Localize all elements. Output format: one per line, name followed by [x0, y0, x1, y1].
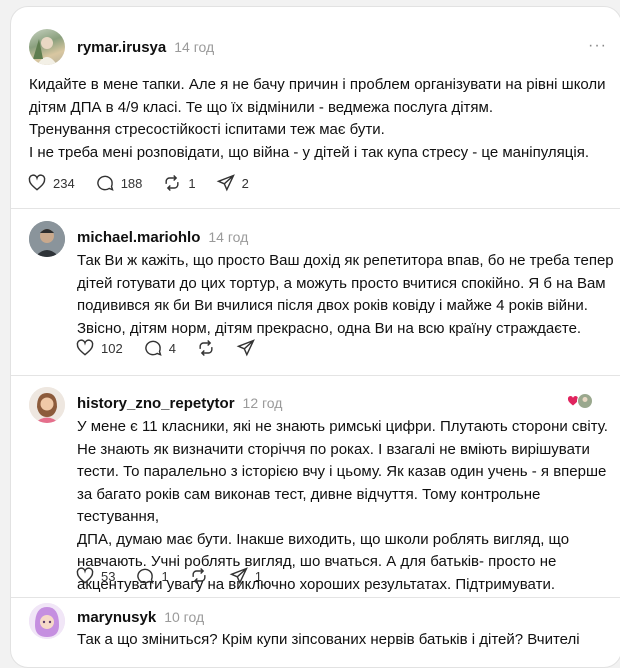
reply-button[interactable]: 1 [135, 566, 169, 586]
share-button[interactable]: 1 [229, 566, 262, 586]
heart-icon [76, 567, 94, 584]
post-text: Так Ви ж кажіть, що просто Ваш дохід як … [77, 252, 614, 337]
divider [11, 208, 620, 209]
avatar-photo [29, 221, 65, 257]
post-actions: 53 1 1 [75, 566, 282, 586]
liked-by-author-badge [567, 393, 593, 409]
post-header: marynusyk 10 год [77, 609, 204, 626]
username[interactable]: rymar.irusya [77, 39, 166, 56]
repost-count: 1 [188, 175, 196, 191]
comment-icon [144, 340, 162, 356]
share-icon [216, 174, 235, 192]
like-count: 102 [101, 340, 123, 356]
repost-icon [165, 174, 179, 192]
repost-button[interactable] [189, 566, 209, 586]
reply-button[interactable]: 4 [143, 338, 176, 358]
thread-card: rymar.irusya 14 год ··· Кидайте в мене т… [10, 6, 620, 668]
avatar[interactable] [29, 29, 65, 65]
repost-icon [199, 339, 213, 357]
username[interactable]: michael.mariohlo [77, 229, 200, 246]
username[interactable]: marynusyk [77, 609, 156, 626]
divider [11, 597, 620, 598]
post-header: history_zno_repetytor 12 год [77, 395, 282, 412]
share-icon [229, 567, 248, 585]
post-header: michael.mariohlo 14 год [77, 229, 248, 246]
timestamp[interactable]: 14 год [174, 39, 214, 55]
avatar[interactable] [29, 603, 65, 639]
reply-button[interactable]: 188 [95, 173, 143, 193]
reply-count: 4 [168, 340, 176, 356]
repost-icon [192, 567, 206, 585]
post-actions: 102 4 [75, 338, 276, 358]
share-button[interactable] [236, 338, 256, 358]
reply-count: 1 [161, 568, 169, 584]
more-options-icon[interactable]: ··· [588, 37, 607, 55]
comment-icon [96, 175, 114, 191]
divider [11, 375, 620, 376]
avatar[interactable] [29, 221, 65, 257]
reply-count: 188 [120, 175, 143, 191]
post-header: rymar.irusya 14 год [77, 39, 214, 56]
post-actions: 234 188 1 2 [27, 173, 269, 193]
heart-icon [76, 339, 94, 356]
share-count: 1 [254, 568, 262, 584]
repost-button[interactable] [196, 338, 216, 358]
like-button[interactable]: 53 [75, 566, 115, 586]
avatar-photo [29, 387, 65, 423]
username[interactable]: history_zno_repetytor [77, 395, 235, 412]
share-button[interactable]: 2 [216, 173, 249, 193]
post-text: Кидайте в мене тапки. Але я не бачу прич… [29, 76, 606, 161]
timestamp[interactable]: 12 год [243, 395, 283, 411]
author-avatar-mini [577, 393, 593, 409]
timestamp[interactable]: 14 год [208, 229, 248, 245]
like-count: 53 [101, 568, 116, 584]
share-icon [236, 339, 255, 357]
timestamp[interactable]: 10 год [164, 609, 204, 625]
like-count: 234 [53, 175, 75, 191]
avatar-photo [33, 37, 57, 65]
post-text: Так а що зміниться? Крім купи зіпсованих… [77, 631, 580, 648]
repost-button[interactable]: 1 [162, 173, 196, 193]
avatar[interactable] [29, 387, 65, 423]
like-button[interactable]: 234 [27, 173, 75, 193]
share-count: 2 [241, 175, 249, 191]
like-button[interactable]: 102 [75, 338, 123, 358]
heart-icon [28, 174, 46, 191]
avatar-photo [29, 603, 65, 639]
comment-icon [137, 568, 155, 584]
